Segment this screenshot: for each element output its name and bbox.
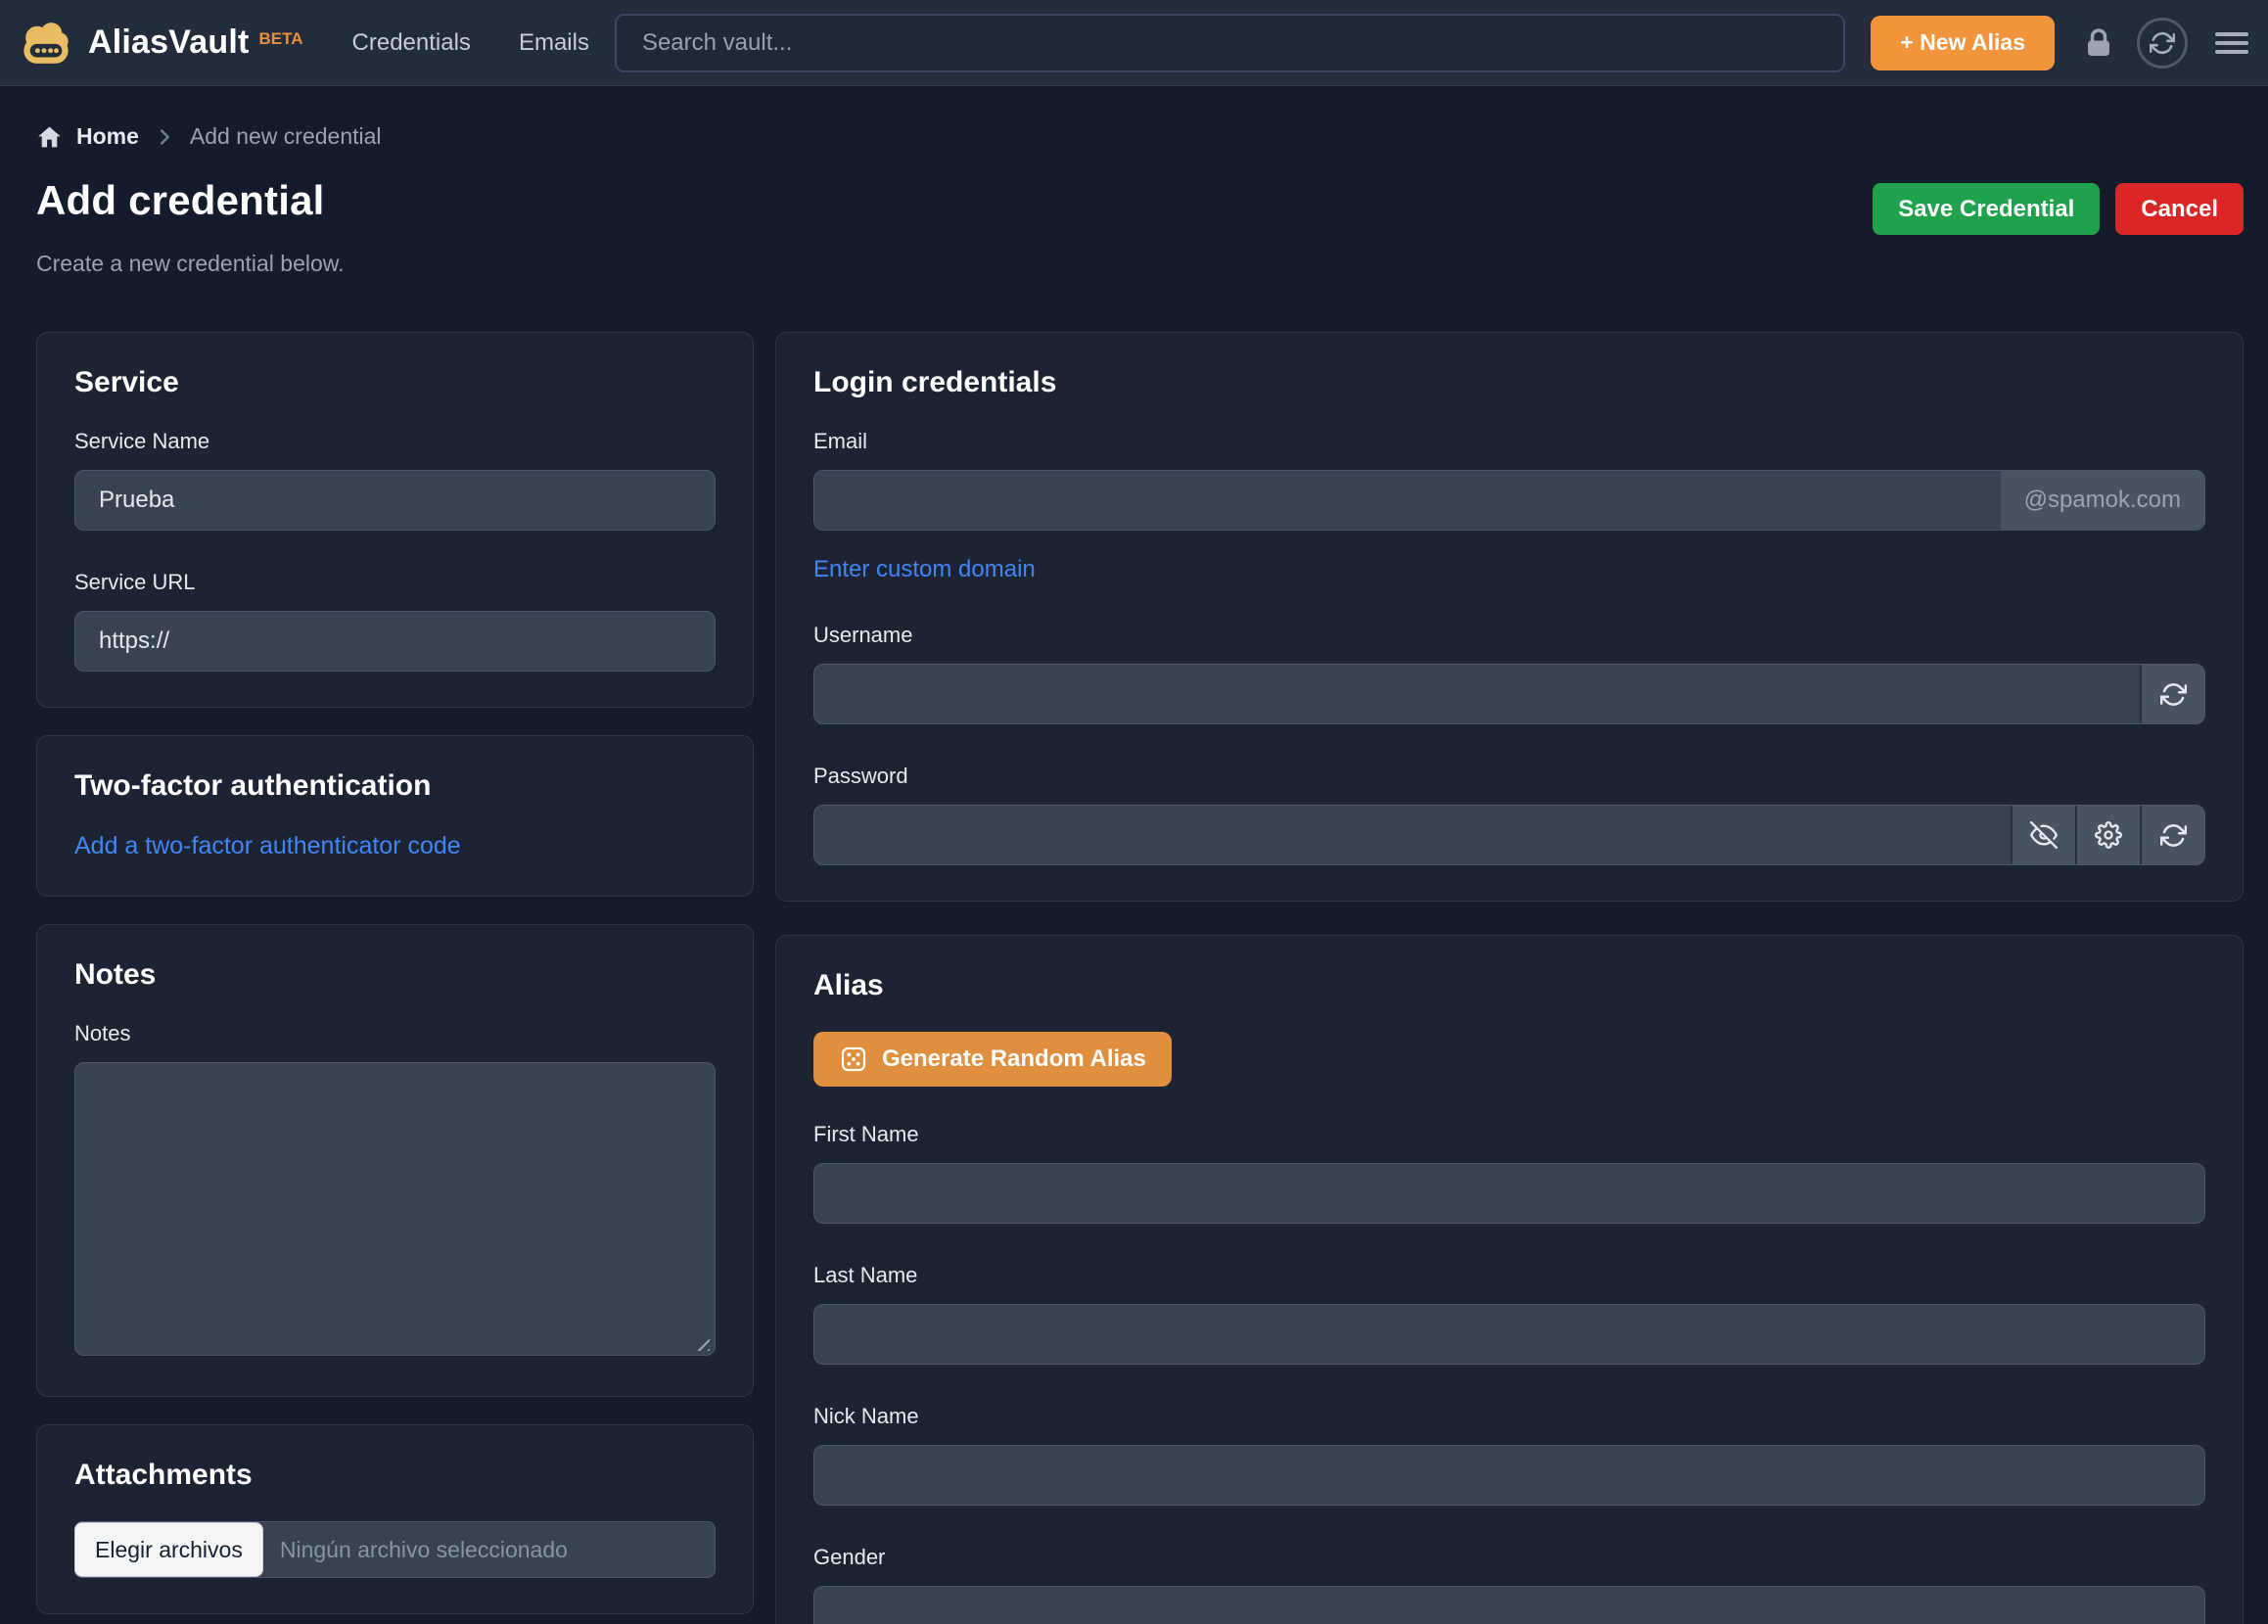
gender-label: Gender bbox=[813, 1545, 2205, 1570]
toggle-password-visibility-button[interactable] bbox=[2011, 806, 2075, 864]
attachments-file-input[interactable]: Elegir archivos Ningún archivo seleccion… bbox=[74, 1521, 716, 1578]
email-input[interactable] bbox=[814, 471, 2001, 530]
service-name-label: Service Name bbox=[74, 429, 716, 454]
top-navbar: AliasVault BETA Credentials Emails + New… bbox=[0, 0, 2268, 86]
first-name-label: First Name bbox=[813, 1122, 2205, 1147]
brand[interactable]: AliasVault BETA bbox=[18, 15, 303, 71]
username-input-group bbox=[813, 664, 2205, 724]
new-alias-button[interactable]: + New Alias bbox=[1871, 16, 2055, 70]
refresh-icon bbox=[2160, 822, 2187, 849]
header-actions: Save Credential Cancel bbox=[1873, 183, 2244, 235]
notes-field: Notes bbox=[74, 1021, 716, 1361]
generate-random-alias-label: Generate Random Alias bbox=[882, 1045, 1146, 1073]
breadcrumb: Home Add new credential bbox=[36, 123, 2244, 150]
page-title: Add credential bbox=[36, 177, 325, 224]
username-input[interactable] bbox=[814, 665, 2140, 723]
notes-label: Notes bbox=[74, 1021, 716, 1046]
first-name-input[interactable] bbox=[813, 1163, 2205, 1224]
alias-heading: Alias bbox=[813, 969, 2205, 1002]
login-heading: Login credentials bbox=[813, 366, 2205, 399]
service-url-input[interactable] bbox=[74, 611, 716, 672]
email-field: Email @spamok.com Enter custom domain bbox=[813, 429, 2205, 583]
email-input-group: @spamok.com bbox=[813, 470, 2205, 531]
left-column: Service Service Name Service URL Two-fac… bbox=[36, 332, 754, 1614]
service-heading: Service bbox=[74, 366, 716, 399]
aliasvault-logo bbox=[18, 15, 74, 71]
attachments-card: Attachments Elegir archivos Ningún archi… bbox=[36, 1424, 754, 1614]
menu-icon[interactable] bbox=[2213, 28, 2250, 58]
password-field: Password bbox=[813, 764, 2205, 865]
login-credentials-card: Login credentials Email @spamok.com Ente… bbox=[775, 332, 2244, 902]
choose-files-button[interactable]: Elegir archivos bbox=[74, 1522, 263, 1577]
gender-field: Gender bbox=[813, 1545, 2205, 1624]
custom-domain-link[interactable]: Enter custom domain bbox=[813, 556, 1036, 583]
form-columns: Service Service Name Service URL Two-fac… bbox=[36, 332, 2244, 1624]
service-name-input[interactable] bbox=[74, 470, 716, 531]
email-label: Email bbox=[813, 429, 2205, 454]
cancel-button[interactable]: Cancel bbox=[2115, 183, 2244, 235]
search-input[interactable] bbox=[615, 14, 1845, 72]
file-status-text: Ningún archivo seleccionado bbox=[280, 1537, 568, 1563]
main-content: Home Add new credential Add credential S… bbox=[0, 86, 2268, 1624]
breadcrumb-current: Add new credential bbox=[190, 123, 382, 150]
service-url-label: Service URL bbox=[74, 570, 716, 595]
nick-name-field: Nick Name bbox=[813, 1404, 2205, 1506]
service-card: Service Service Name Service URL bbox=[36, 332, 754, 708]
chevron-right-icon bbox=[154, 125, 175, 149]
save-credential-button[interactable]: Save Credential bbox=[1873, 183, 2100, 235]
right-column: Login credentials Email @spamok.com Ente… bbox=[775, 332, 2244, 1624]
service-url-field: Service URL bbox=[74, 570, 716, 672]
last-name-field: Last Name bbox=[813, 1263, 2205, 1365]
sync-icon[interactable] bbox=[2137, 18, 2188, 69]
alias-card: Alias bbox=[775, 935, 2244, 1624]
gear-icon bbox=[2095, 821, 2122, 849]
notes-heading: Notes bbox=[74, 958, 716, 992]
password-label: Password bbox=[813, 764, 2205, 789]
generate-username-button[interactable] bbox=[2140, 665, 2204, 723]
nick-name-input[interactable] bbox=[813, 1445, 2205, 1506]
generate-password-button[interactable] bbox=[2140, 806, 2204, 864]
nav-link-emails[interactable]: Emails bbox=[519, 29, 589, 57]
page-subtitle: Create a new credential below. bbox=[36, 251, 2244, 277]
home-icon bbox=[36, 124, 63, 150]
add-twofactor-link[interactable]: Add a two-factor authenticator code bbox=[74, 832, 461, 859]
attachments-heading: Attachments bbox=[74, 1459, 716, 1492]
twofactor-heading: Two-factor authentication bbox=[74, 769, 716, 803]
gender-input[interactable] bbox=[813, 1586, 2205, 1624]
notes-card: Notes Notes bbox=[36, 924, 754, 1397]
main-nav: Credentials Emails bbox=[352, 29, 589, 57]
nav-link-credentials[interactable]: Credentials bbox=[352, 29, 471, 57]
last-name-input[interactable] bbox=[813, 1304, 2205, 1365]
twofactor-card: Two-factor authentication Add a two-fact… bbox=[36, 735, 754, 897]
email-domain-suffix: @spamok.com bbox=[2001, 471, 2204, 530]
last-name-label: Last Name bbox=[813, 1263, 2205, 1288]
lock-icon[interactable] bbox=[2084, 27, 2113, 59]
first-name-field: First Name bbox=[813, 1122, 2205, 1224]
breadcrumb-home-label: Home bbox=[76, 123, 139, 150]
breadcrumb-home[interactable]: Home bbox=[36, 123, 139, 150]
page-header: Add credential Save Credential Cancel bbox=[36, 177, 2244, 235]
password-input-group bbox=[813, 805, 2205, 865]
username-label: Username bbox=[813, 623, 2205, 648]
nick-name-label: Nick Name bbox=[813, 1404, 2205, 1429]
dice-icon bbox=[839, 1044, 868, 1074]
eye-off-icon bbox=[2030, 821, 2058, 849]
service-name-field: Service Name bbox=[74, 429, 716, 531]
brand-name: AliasVault bbox=[88, 23, 250, 62]
refresh-icon bbox=[2160, 681, 2187, 708]
password-settings-button[interactable] bbox=[2075, 806, 2140, 864]
generate-random-alias-button[interactable]: Generate Random Alias bbox=[813, 1032, 1172, 1087]
password-input[interactable] bbox=[814, 806, 2011, 864]
notes-textarea[interactable] bbox=[74, 1062, 716, 1356]
beta-badge: BETA bbox=[259, 29, 303, 49]
username-field: Username bbox=[813, 623, 2205, 724]
